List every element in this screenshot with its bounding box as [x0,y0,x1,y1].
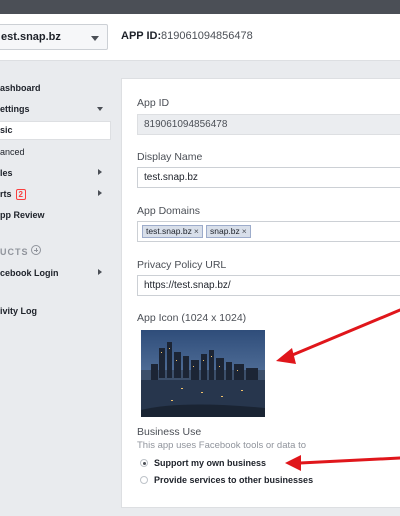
annotation-arrows [276,308,400,471]
arrow-to-app-icon [276,308,400,364]
arrow-to-own-business [285,455,400,471]
